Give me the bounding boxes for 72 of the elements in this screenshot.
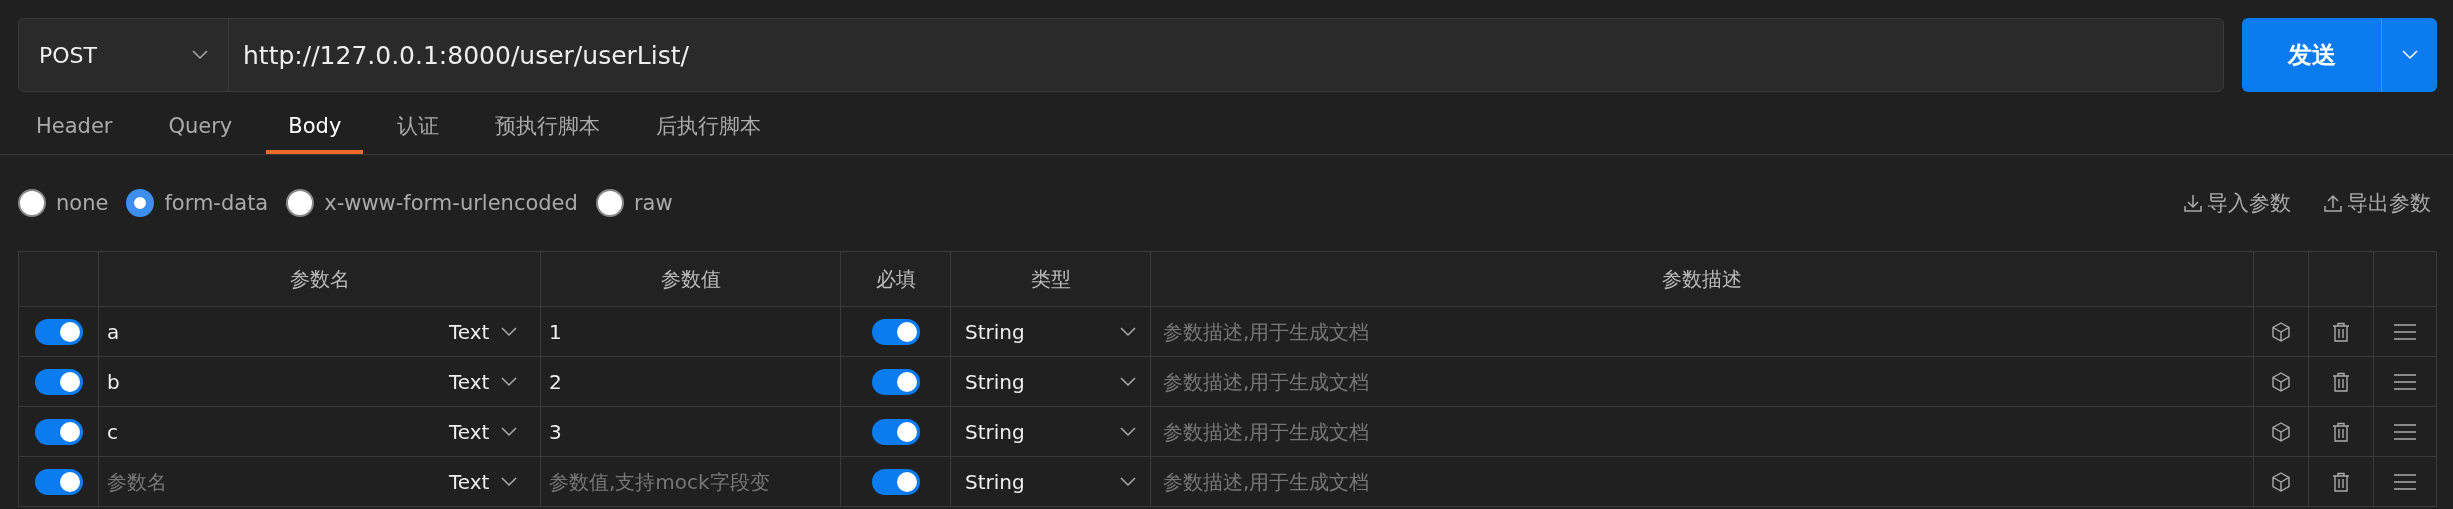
toggle-switch[interactable] — [871, 418, 920, 445]
chevron-down-icon — [1120, 326, 1136, 337]
content-type-dropdown[interactable]: Text — [439, 319, 528, 344]
export-params-button[interactable]: 导出参数 — [2317, 188, 2437, 218]
tab[interactable]: Header — [14, 92, 135, 154]
type-dropdown[interactable]: String — [951, 419, 1150, 444]
column-header: 参数名 — [99, 252, 541, 307]
radio-label[interactable]: form-data — [164, 191, 269, 215]
cube-icon[interactable] — [2270, 320, 2292, 343]
tab[interactable]: 后执行脚本 — [634, 92, 784, 154]
radio-button[interactable] — [18, 189, 46, 217]
description-field[interactable]: 参数描述,用于生成文档 — [1151, 457, 2254, 507]
toggle-switch[interactable] — [871, 468, 920, 495]
cube-icon[interactable] — [2270, 470, 2292, 493]
chevron-down-icon — [1120, 426, 1136, 437]
chevron-down-icon — [1120, 376, 1136, 387]
tab[interactable]: 预执行脚本 — [473, 92, 623, 154]
send-button[interactable]: 发送 — [2242, 18, 2381, 92]
url-field[interactable]: POST http://127.0.0.1:8000/user/userList/ — [18, 18, 2224, 92]
chevron-down-icon — [192, 50, 208, 60]
chevron-down-icon — [1120, 476, 1136, 487]
param-name-field[interactable]: c — [99, 407, 439, 457]
param-value-field[interactable]: 1 — [541, 307, 841, 357]
param-value-field[interactable]: 参数值,支持mock字段变 — [541, 457, 841, 507]
toggle-switch[interactable] — [871, 368, 920, 395]
chevron-down-icon — [2401, 50, 2418, 60]
param-value-field[interactable]: 2 — [541, 357, 841, 407]
param-value-field[interactable]: 3 — [541, 407, 841, 457]
column-header: 参数描述 — [1151, 252, 2254, 307]
type-dropdown[interactable]: String — [951, 319, 1150, 344]
cube-icon[interactable] — [2270, 420, 2292, 443]
toggle-switch[interactable] — [34, 468, 83, 495]
description-field[interactable]: 参数描述,用于生成文档 — [1151, 307, 2254, 357]
toggle-switch[interactable] — [34, 318, 83, 345]
column-header: 参数值 — [541, 252, 841, 307]
param-name-field[interactable]: a — [99, 307, 439, 357]
import-params-button[interactable]: 导入参数 — [2177, 188, 2297, 218]
trash-icon[interactable] — [2330, 420, 2352, 443]
download-icon — [2183, 193, 2203, 213]
tab[interactable]: Query — [146, 92, 255, 154]
chevron-down-icon — [501, 426, 518, 437]
trash-icon[interactable] — [2330, 470, 2352, 493]
toggle-switch[interactable] — [34, 368, 83, 395]
toggle-switch[interactable] — [34, 418, 83, 445]
upload-icon — [2323, 193, 2343, 213]
content-type-dropdown[interactable]: Text — [439, 369, 528, 394]
type-dropdown[interactable]: String — [951, 369, 1150, 394]
chevron-down-icon — [501, 376, 518, 387]
tab[interactable]: 认证 — [375, 92, 462, 154]
content-type-dropdown[interactable]: Text — [439, 469, 528, 494]
trash-icon[interactable] — [2330, 320, 2352, 343]
column-header: 必填 — [841, 252, 951, 307]
tab[interactable]: Body — [266, 92, 364, 154]
radio-button[interactable] — [126, 189, 155, 217]
chevron-down-icon — [501, 476, 518, 487]
radio-label[interactable]: none — [56, 191, 109, 215]
chevron-down-icon — [501, 326, 518, 337]
method-dropdown[interactable]: POST — [19, 19, 229, 91]
param-name-field[interactable]: 参数名 — [99, 457, 439, 507]
description-field[interactable]: 参数描述,用于生成文档 — [1151, 407, 2254, 457]
type-dropdown[interactable]: String — [951, 469, 1150, 494]
cube-icon[interactable] — [2270, 370, 2292, 393]
radio-label[interactable]: x-www-form-urlencoded — [324, 191, 578, 215]
radio-button[interactable] — [595, 189, 624, 217]
param-name-field[interactable]: b — [99, 357, 439, 407]
column-header: 类型 — [951, 252, 1151, 307]
content-type-dropdown[interactable]: Text — [439, 419, 528, 444]
radio-button[interactable] — [286, 189, 315, 217]
trash-icon[interactable] — [2330, 370, 2352, 393]
description-field[interactable]: 参数描述,用于生成文档 — [1151, 357, 2254, 407]
radio-label[interactable]: raw — [633, 191, 673, 215]
toggle-switch[interactable] — [871, 318, 920, 345]
